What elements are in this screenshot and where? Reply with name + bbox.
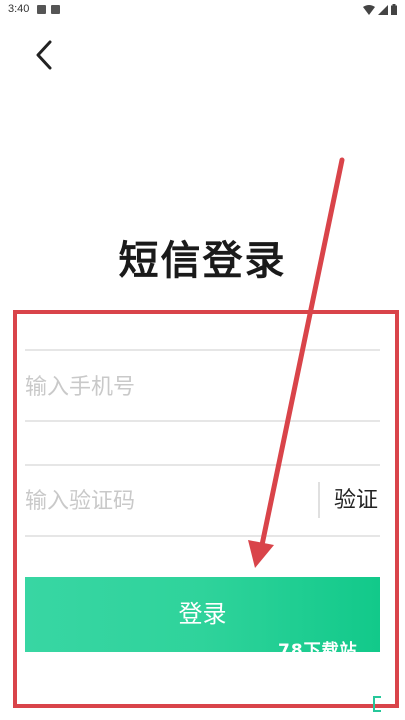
- input-separator: [318, 482, 320, 518]
- status-icons: [363, 4, 397, 15]
- get-verification-code-button[interactable]: 验证: [326, 483, 386, 519]
- divider: [25, 535, 380, 537]
- status-time: 3:40: [8, 3, 30, 15]
- signal-icon: [378, 4, 388, 15]
- corner-mark: [373, 696, 381, 712]
- image-notification-icon: [37, 5, 46, 14]
- back-arrow-icon: [36, 40, 52, 70]
- divider: [25, 420, 380, 422]
- wifi-icon: [363, 4, 375, 15]
- verification-code-input[interactable]: [25, 476, 310, 526]
- battery-icon: [391, 4, 397, 15]
- page-title: 短信登录: [118, 238, 287, 284]
- status-bar: 3:40: [0, 0, 405, 24]
- watermark: 78下载站: [278, 641, 358, 661]
- back-button[interactable]: [26, 36, 66, 76]
- app-notification-icon: [51, 5, 60, 14]
- phone-input[interactable]: [25, 362, 380, 412]
- divider: [25, 464, 380, 466]
- divider: [25, 349, 380, 351]
